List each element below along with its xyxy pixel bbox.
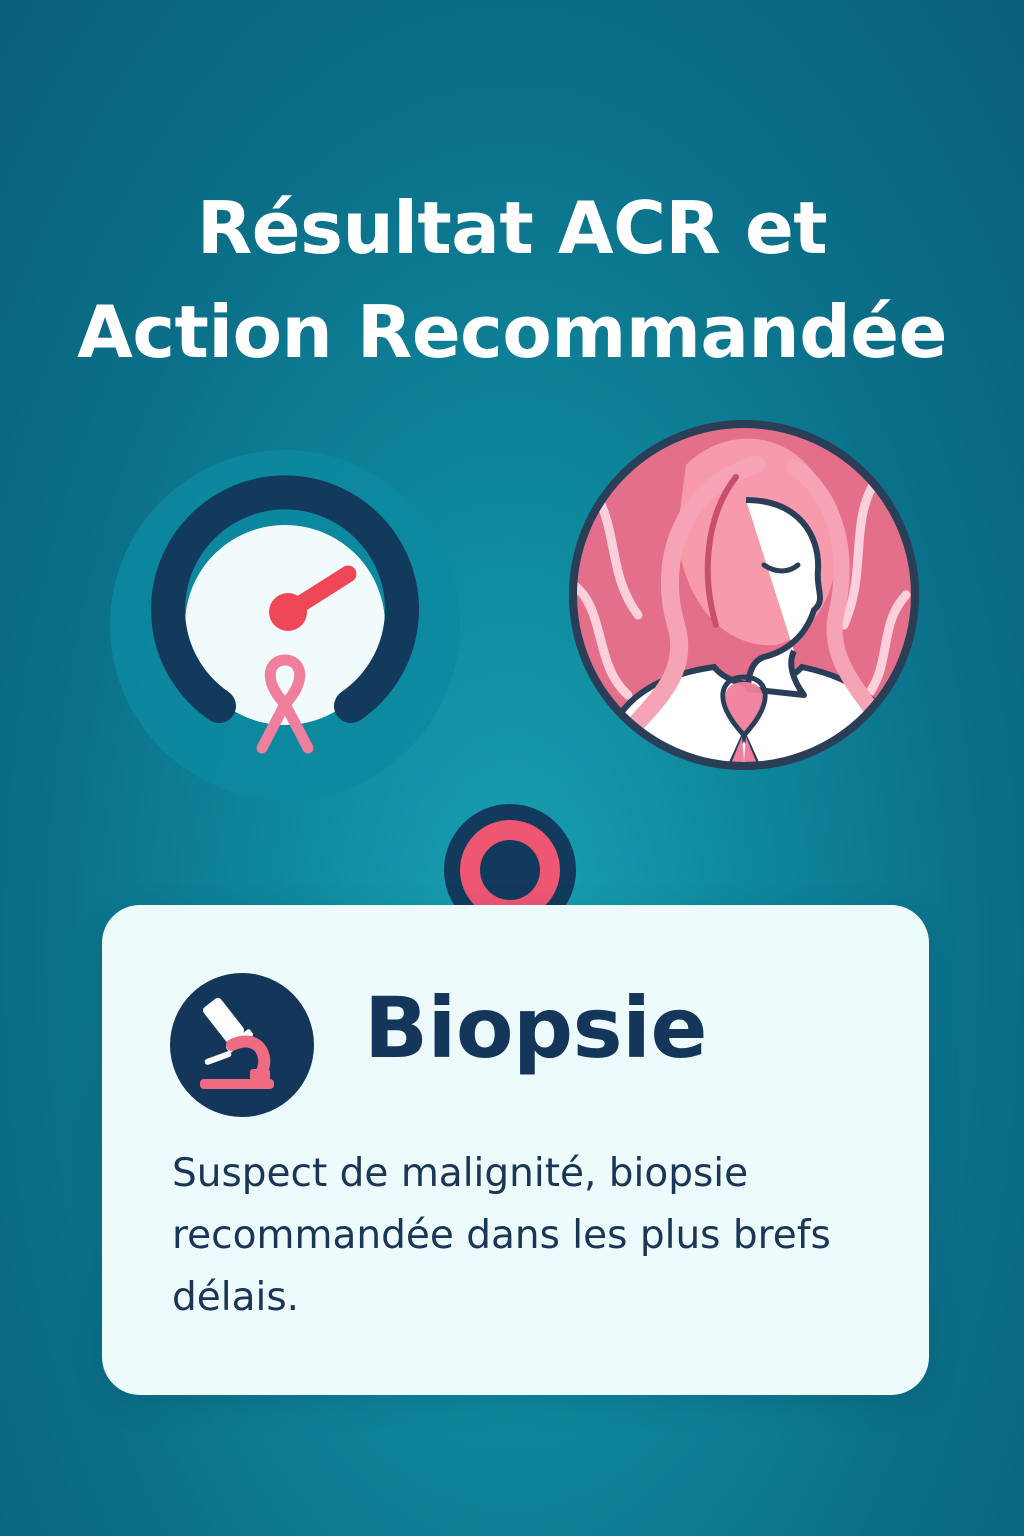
page-title: Résultat ACR et Action Recommandée bbox=[0, 176, 1024, 384]
result-card: Biopsie Suspect de malignité, biopsie re… bbox=[102, 905, 929, 1395]
action-title: Biopsie bbox=[364, 979, 707, 1077]
woman-with-pink-ribbon-icon bbox=[569, 420, 919, 770]
gauge-with-ribbon-icon bbox=[110, 450, 460, 800]
microscope-icon bbox=[170, 973, 314, 1117]
title-line-2: Action Recommandée bbox=[77, 290, 947, 375]
title-line-1: Résultat ACR et bbox=[196, 186, 828, 271]
action-description: Suspect de malignité, biopsie recommandé… bbox=[172, 1151, 831, 1320]
